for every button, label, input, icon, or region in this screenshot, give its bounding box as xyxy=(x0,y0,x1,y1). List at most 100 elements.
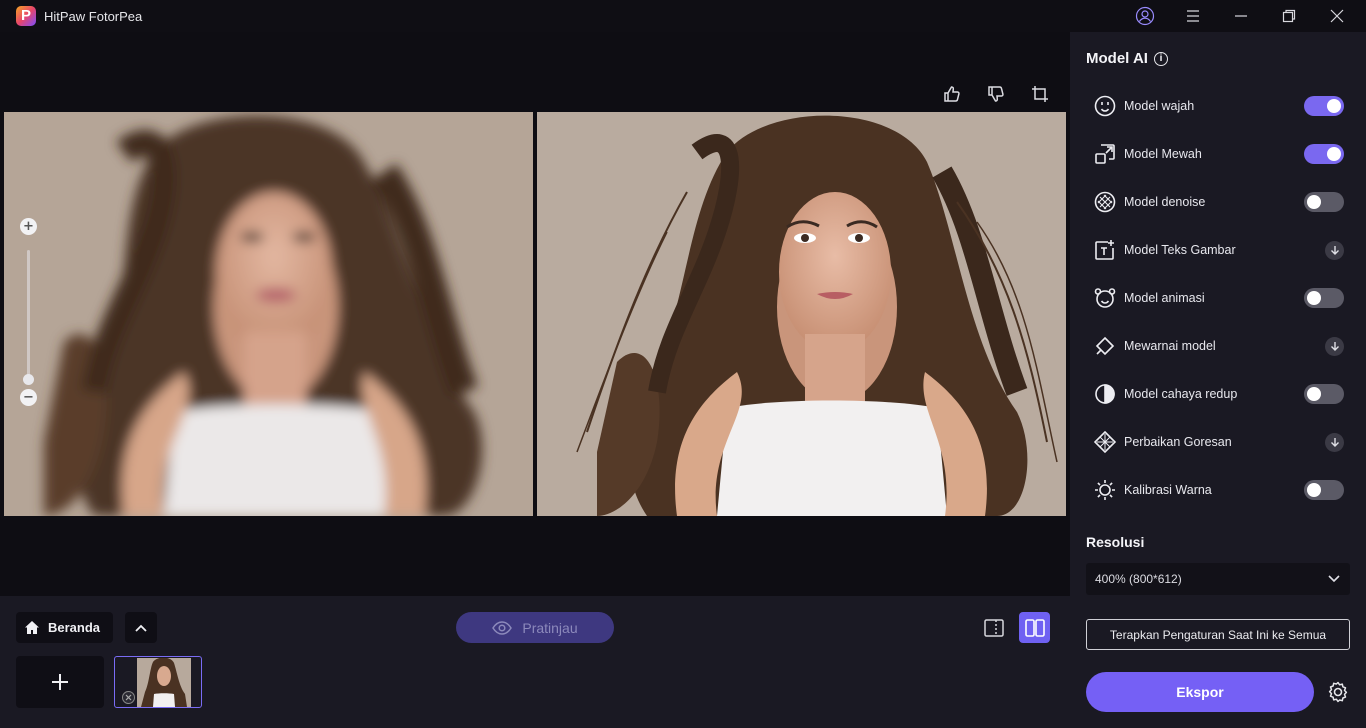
zoom-slider-track[interactable] xyxy=(27,250,30,380)
close-button[interactable] xyxy=(1314,0,1360,32)
single-view-button[interactable] xyxy=(980,612,1008,643)
zoom-out-button[interactable]: − xyxy=(20,389,37,406)
low-light-icon xyxy=(1094,383,1116,405)
add-image-button[interactable] xyxy=(16,656,104,708)
plus-icon xyxy=(52,674,68,690)
preview-button[interactable]: Pratinjau xyxy=(456,612,614,643)
model-row-cahaya-redup[interactable]: Model cahaya redup xyxy=(1094,381,1344,407)
model-label: Model Mewah xyxy=(1124,147,1202,161)
resolution-value: 400% (800*612) xyxy=(1095,572,1182,586)
account-button[interactable] xyxy=(1122,0,1168,32)
download-icon xyxy=(1330,246,1339,255)
home-button[interactable]: Beranda xyxy=(16,612,113,643)
preview-button-label: Pratinjau xyxy=(522,619,578,636)
text-image-icon xyxy=(1094,239,1116,261)
compare-view-icon xyxy=(984,618,1004,637)
canvas-area: + − xyxy=(0,32,1070,596)
model-row-denoise[interactable]: Model denoise xyxy=(1094,189,1344,215)
download-model-teks-gambar[interactable] xyxy=(1325,241,1344,260)
restore-button[interactable] xyxy=(1266,0,1312,32)
resolution-select[interactable]: 400% (800*612) xyxy=(1086,563,1350,595)
split-view-icon xyxy=(1024,618,1045,637)
model-label: Model denoise xyxy=(1124,195,1206,209)
toggle-model-mewah[interactable] xyxy=(1304,144,1344,164)
model-row-mewarnai[interactable]: Mewarnai model xyxy=(1094,333,1344,359)
portrait-enhanced-image xyxy=(537,112,1066,516)
toggle-model-cahaya-redup[interactable] xyxy=(1304,384,1344,404)
menu-button[interactable] xyxy=(1170,0,1216,32)
toggle-model-kalibrasi[interactable] xyxy=(1304,480,1344,500)
split-view-button[interactable] xyxy=(1019,612,1050,643)
download-icon xyxy=(1330,438,1339,447)
upscale-icon xyxy=(1094,143,1116,165)
model-ai-title: Model AI xyxy=(1086,50,1148,67)
app-logo: P xyxy=(16,6,36,26)
gear-icon xyxy=(1328,681,1348,703)
minimize-icon xyxy=(1235,15,1247,17)
toggle-model-wajah[interactable] xyxy=(1304,96,1344,116)
model-label: Model wajah xyxy=(1124,99,1195,113)
like-button[interactable] xyxy=(940,82,964,106)
portrait-blurred-image xyxy=(4,112,533,516)
minimize-button[interactable] xyxy=(1218,0,1264,32)
home-button-label: Beranda xyxy=(48,620,101,635)
download-model-goresan[interactable] xyxy=(1325,433,1344,452)
thumbnail-image xyxy=(137,658,191,707)
chevron-down-icon xyxy=(1328,575,1340,583)
thumbs-up-icon xyxy=(944,86,960,102)
close-icon xyxy=(125,694,132,701)
export-settings-button[interactable] xyxy=(1326,680,1350,704)
model-label: Model Teks Gambar xyxy=(1124,243,1236,257)
original-image xyxy=(4,112,533,516)
bottom-bar: Beranda Pratinjau xyxy=(0,596,1070,728)
model-ai-heading: Model AI i xyxy=(1086,50,1168,67)
enhanced-image xyxy=(537,112,1066,516)
colorize-icon xyxy=(1094,335,1116,357)
crop-button[interactable] xyxy=(1028,82,1052,106)
crop-icon xyxy=(1032,86,1048,102)
chevron-up-icon xyxy=(135,624,147,632)
model-row-goresan[interactable]: Perbaikan Goresan xyxy=(1094,429,1344,455)
face-icon xyxy=(1094,95,1116,117)
remove-thumbnail-button[interactable] xyxy=(122,691,135,704)
denoise-icon xyxy=(1094,191,1116,213)
download-icon xyxy=(1330,342,1339,351)
model-label: Model animasi xyxy=(1124,291,1205,305)
restore-icon xyxy=(1282,9,1296,23)
close-icon xyxy=(1330,9,1344,23)
zoom-in-button[interactable]: + xyxy=(20,218,37,235)
info-icon[interactable]: i xyxy=(1153,51,1168,66)
menu-icon xyxy=(1187,10,1199,22)
zoom-slider-thumb[interactable] xyxy=(23,374,34,385)
title-bar: P HitPaw FotorPea xyxy=(0,0,1366,32)
settings-panel: Model AI i Model wajah Model Mewah Model… xyxy=(1070,32,1366,728)
minus-icon: − xyxy=(23,390,34,405)
toggle-model-denoise[interactable] xyxy=(1304,192,1344,212)
eye-icon xyxy=(492,620,513,635)
download-model-mewarnai[interactable] xyxy=(1325,337,1344,356)
model-label: Model cahaya redup xyxy=(1124,387,1238,401)
model-label: Kalibrasi Warna xyxy=(1124,483,1212,497)
model-row-teks-gambar[interactable]: Model Teks Gambar xyxy=(1094,237,1344,263)
animation-face-icon xyxy=(1094,287,1116,309)
model-label: Mewarnai model xyxy=(1124,339,1216,353)
thumbs-down-icon xyxy=(988,86,1004,102)
model-row-wajah[interactable]: Model wajah xyxy=(1094,93,1344,119)
model-label: Perbaikan Goresan xyxy=(1124,435,1232,449)
image-thumbnail[interactable] xyxy=(114,656,202,708)
resolution-title: Resolusi xyxy=(1086,534,1145,550)
user-icon xyxy=(1135,6,1155,26)
app-title: HitPaw FotorPea xyxy=(44,9,143,24)
model-row-animasi[interactable]: Model animasi xyxy=(1094,285,1344,311)
dislike-button[interactable] xyxy=(984,82,1008,106)
home-icon xyxy=(25,621,39,634)
sun-icon xyxy=(1094,479,1116,501)
model-row-kalibrasi[interactable]: Kalibrasi Warna xyxy=(1094,477,1344,503)
export-button[interactable]: Ekspor xyxy=(1086,672,1314,712)
plus-icon: + xyxy=(23,219,34,234)
apply-to-all-button[interactable]: Terapkan Pengaturan Saat Ini ke Semua xyxy=(1086,619,1350,650)
model-row-mewah[interactable]: Model Mewah xyxy=(1094,141,1344,167)
toggle-model-animasi[interactable] xyxy=(1304,288,1344,308)
scratch-repair-icon xyxy=(1094,431,1116,453)
collapse-button[interactable] xyxy=(125,612,157,643)
